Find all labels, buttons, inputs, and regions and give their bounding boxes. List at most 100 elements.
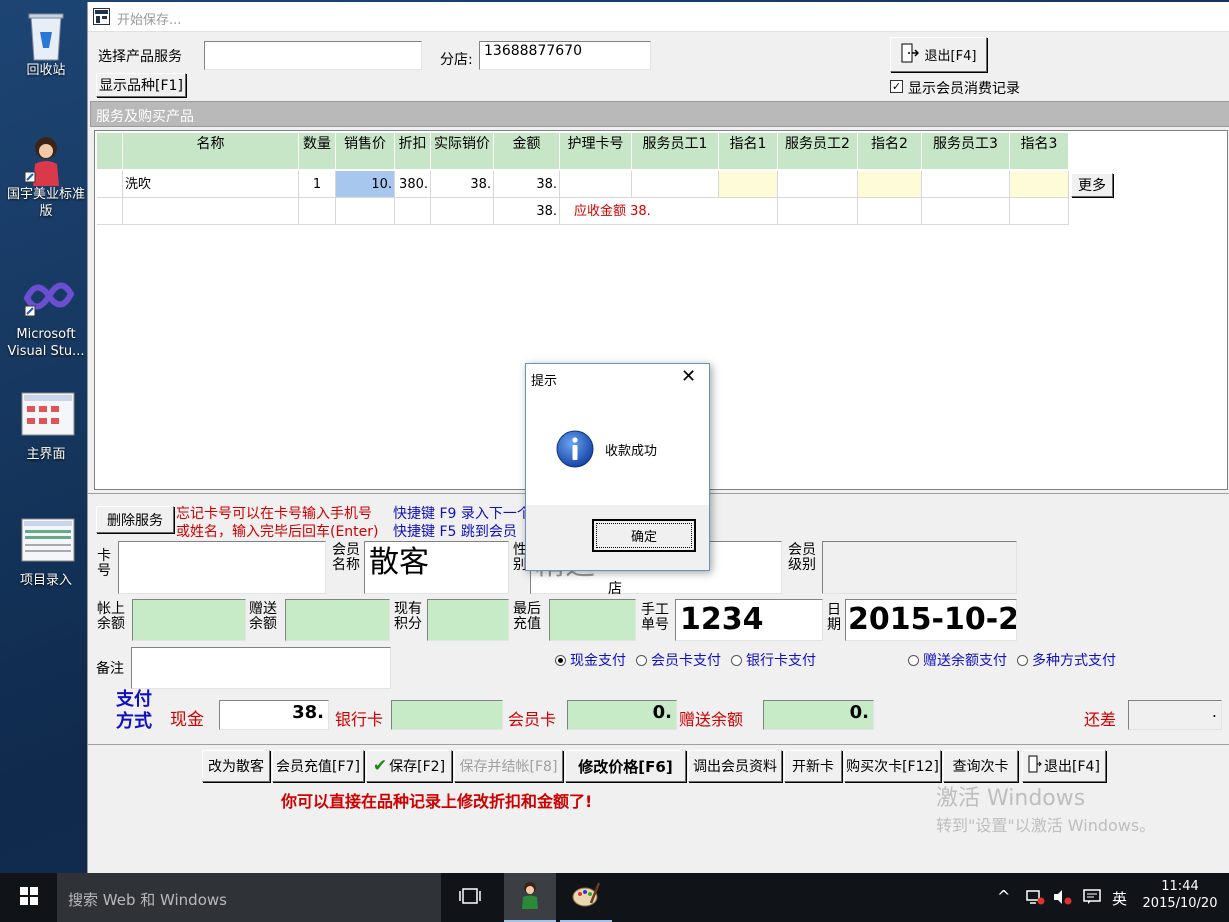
- cell-named3[interactable]: [1010, 171, 1069, 198]
- cell-named2[interactable]: [858, 171, 922, 198]
- cell-amount[interactable]: 38.: [494, 171, 560, 198]
- cell-card-no[interactable]: [560, 171, 632, 198]
- tray-chevron-up-icon[interactable]: ^: [997, 887, 1010, 906]
- date-input[interactable]: 2015-10-20: [845, 599, 1017, 641]
- gift-balance-input[interactable]: [285, 599, 390, 641]
- taskbar-search-box[interactable]: 搜索 Web 和 Windows: [57, 873, 441, 922]
- grid-header: 服务员工2: [778, 133, 858, 169]
- grid-header: 服务员工3: [922, 133, 1010, 169]
- points-label: 现有积分: [394, 601, 422, 632]
- load-member-button[interactable]: 调出会员资料: [688, 750, 782, 782]
- desktop-icon-visual-studio[interactable]: Microsoft Visual Stu...: [2, 272, 90, 360]
- pay-gift-balance-radio[interactable]: 赠送余额支付: [908, 650, 1007, 670]
- radio-icon: [908, 655, 919, 666]
- member-card-input[interactable]: 0.: [567, 700, 677, 730]
- save-label: 保存[F2]: [389, 759, 446, 775]
- shortcut-line2: 快捷键 F5 跳到会员: [393, 524, 517, 540]
- taskbar-app-beauty[interactable]: [504, 873, 556, 922]
- dialog-ok-button[interactable]: 确定: [592, 519, 696, 552]
- screenshot-thumbnail-icon: [21, 518, 75, 568]
- manual-no-input[interactable]: 1234: [675, 599, 823, 641]
- buy-times-card-button[interactable]: 购买次卡[F12]: [844, 750, 941, 782]
- desktop-icon-beauty-app[interactable]: 国宇美业标准版: [2, 132, 90, 220]
- grid-header: 指名3: [1010, 133, 1069, 169]
- pay-cash-radio[interactable]: 现金支付: [555, 650, 626, 670]
- info-icon: [556, 430, 594, 468]
- taskbar-app-paint[interactable]: [560, 873, 612, 922]
- cell-price[interactable]: 10.: [336, 171, 395, 198]
- desktop-icon-recycle-bin[interactable]: 回收站: [2, 8, 90, 79]
- task-view-button[interactable]: [444, 873, 496, 922]
- cell-staff3[interactable]: [922, 171, 1010, 198]
- save-button[interactable]: ✔ 保存[F2]: [366, 750, 452, 782]
- cell-staff2[interactable]: [778, 171, 858, 198]
- cell-empty: [858, 198, 922, 225]
- product-service-input[interactable]: [204, 41, 422, 70]
- cash-label: 现金: [170, 710, 204, 730]
- last-recharge-input[interactable]: [549, 599, 636, 641]
- desktop-icon-item-entry[interactable]: 项目录入: [2, 518, 90, 589]
- balance-input[interactable]: [132, 599, 246, 641]
- cash-input[interactable]: 38.: [219, 700, 329, 730]
- clock-date: 2015/10/20: [1142, 896, 1218, 911]
- ime-indicator[interactable]: 英: [1112, 888, 1127, 909]
- desktop-icon-main-ui[interactable]: 主界面: [2, 392, 90, 463]
- gift-pay-label: 赠送余额: [679, 710, 744, 729]
- cell-qty[interactable]: 1: [299, 171, 336, 198]
- branch-input[interactable]: 13688877670: [479, 41, 651, 70]
- network-icon[interactable]: [1025, 889, 1045, 909]
- set-walkin-button[interactable]: 改为散客: [202, 750, 270, 782]
- cell-discount[interactable]: 380.: [395, 171, 431, 198]
- cell-staff1[interactable]: [632, 171, 719, 198]
- pay-option-label: 银行卡支付: [746, 653, 816, 669]
- pay-multi-radio[interactable]: 多种方式支付: [1017, 650, 1116, 670]
- volume-muted-icon[interactable]: [1052, 889, 1072, 909]
- more-button[interactable]: 更多: [1071, 173, 1113, 197]
- exit-label: 退出[F4]: [1044, 759, 1100, 775]
- modify-price-button[interactable]: 修改价格[F6]: [565, 750, 686, 782]
- pay-bank-card-radio[interactable]: 银行卡支付: [731, 650, 816, 670]
- save-and-checkout-button[interactable]: 保存并结帐[F8]: [454, 750, 563, 782]
- cell-named1[interactable]: [719, 171, 778, 198]
- member-name-input[interactable]: 散客: [364, 541, 509, 594]
- section-title: 服务及购买产品: [96, 109, 194, 125]
- woman-avatar-icon: [517, 880, 543, 914]
- taskbar-search-placeholder: 搜索 Web 和 Windows: [68, 891, 227, 909]
- card-no-label: 卡号: [97, 548, 111, 579]
- note-input[interactable]: [131, 647, 391, 689]
- pay-option-label: 现金支付: [570, 653, 626, 669]
- desktop-icon-label: 主界面: [26, 447, 66, 462]
- start-button[interactable]: [0, 873, 57, 922]
- points-input[interactable]: [427, 599, 509, 641]
- new-card-button[interactable]: 开新卡: [784, 750, 842, 782]
- gift-pay-input[interactable]: 0.: [763, 700, 874, 730]
- row-indicator: [97, 198, 123, 225]
- dialog-message: 收款成功: [605, 444, 658, 459]
- member-recharge-button[interactable]: 会员充值[F7]: [272, 750, 364, 782]
- card-no-input[interactable]: [118, 541, 326, 594]
- visual-studio-icon: [21, 272, 75, 322]
- delete-service-button[interactable]: 删除服务: [96, 506, 174, 533]
- app-icon: [93, 8, 110, 25]
- cell-name[interactable]: 洗吹: [123, 171, 299, 198]
- member-level-input[interactable]: [822, 541, 1017, 594]
- notification-icon[interactable]: [1083, 889, 1101, 909]
- radio-selected-icon: [555, 655, 566, 666]
- cell-empty: [922, 198, 1010, 225]
- pay-option-label: 会员卡支付: [651, 653, 721, 669]
- owe-input[interactable]: .: [1128, 700, 1222, 730]
- close-icon[interactable]: ✕: [681, 368, 696, 386]
- top-exit-button[interactable]: 退出[F4]: [890, 37, 987, 72]
- bank-card-input[interactable]: [391, 700, 503, 730]
- balance-label: 帐上余额: [97, 601, 125, 632]
- grid-header: 数量: [299, 133, 336, 169]
- query-times-card-button[interactable]: 查询次卡: [943, 750, 1018, 782]
- pay-method-label: 支付方式: [116, 689, 152, 732]
- taskbar-clock[interactable]: 11:44 2015/10/20: [1135, 878, 1225, 913]
- radio-icon: [1017, 655, 1028, 666]
- section-header: 服务及购买产品: [90, 101, 1229, 127]
- cell-actual-price[interactable]: 38.: [431, 171, 494, 198]
- show-types-button[interactable]: 显示品种[F1]: [96, 73, 186, 97]
- bottom-exit-button[interactable]: 退出[F4]: [1022, 750, 1106, 782]
- pay-member-card-radio[interactable]: 会员卡支付: [636, 650, 721, 670]
